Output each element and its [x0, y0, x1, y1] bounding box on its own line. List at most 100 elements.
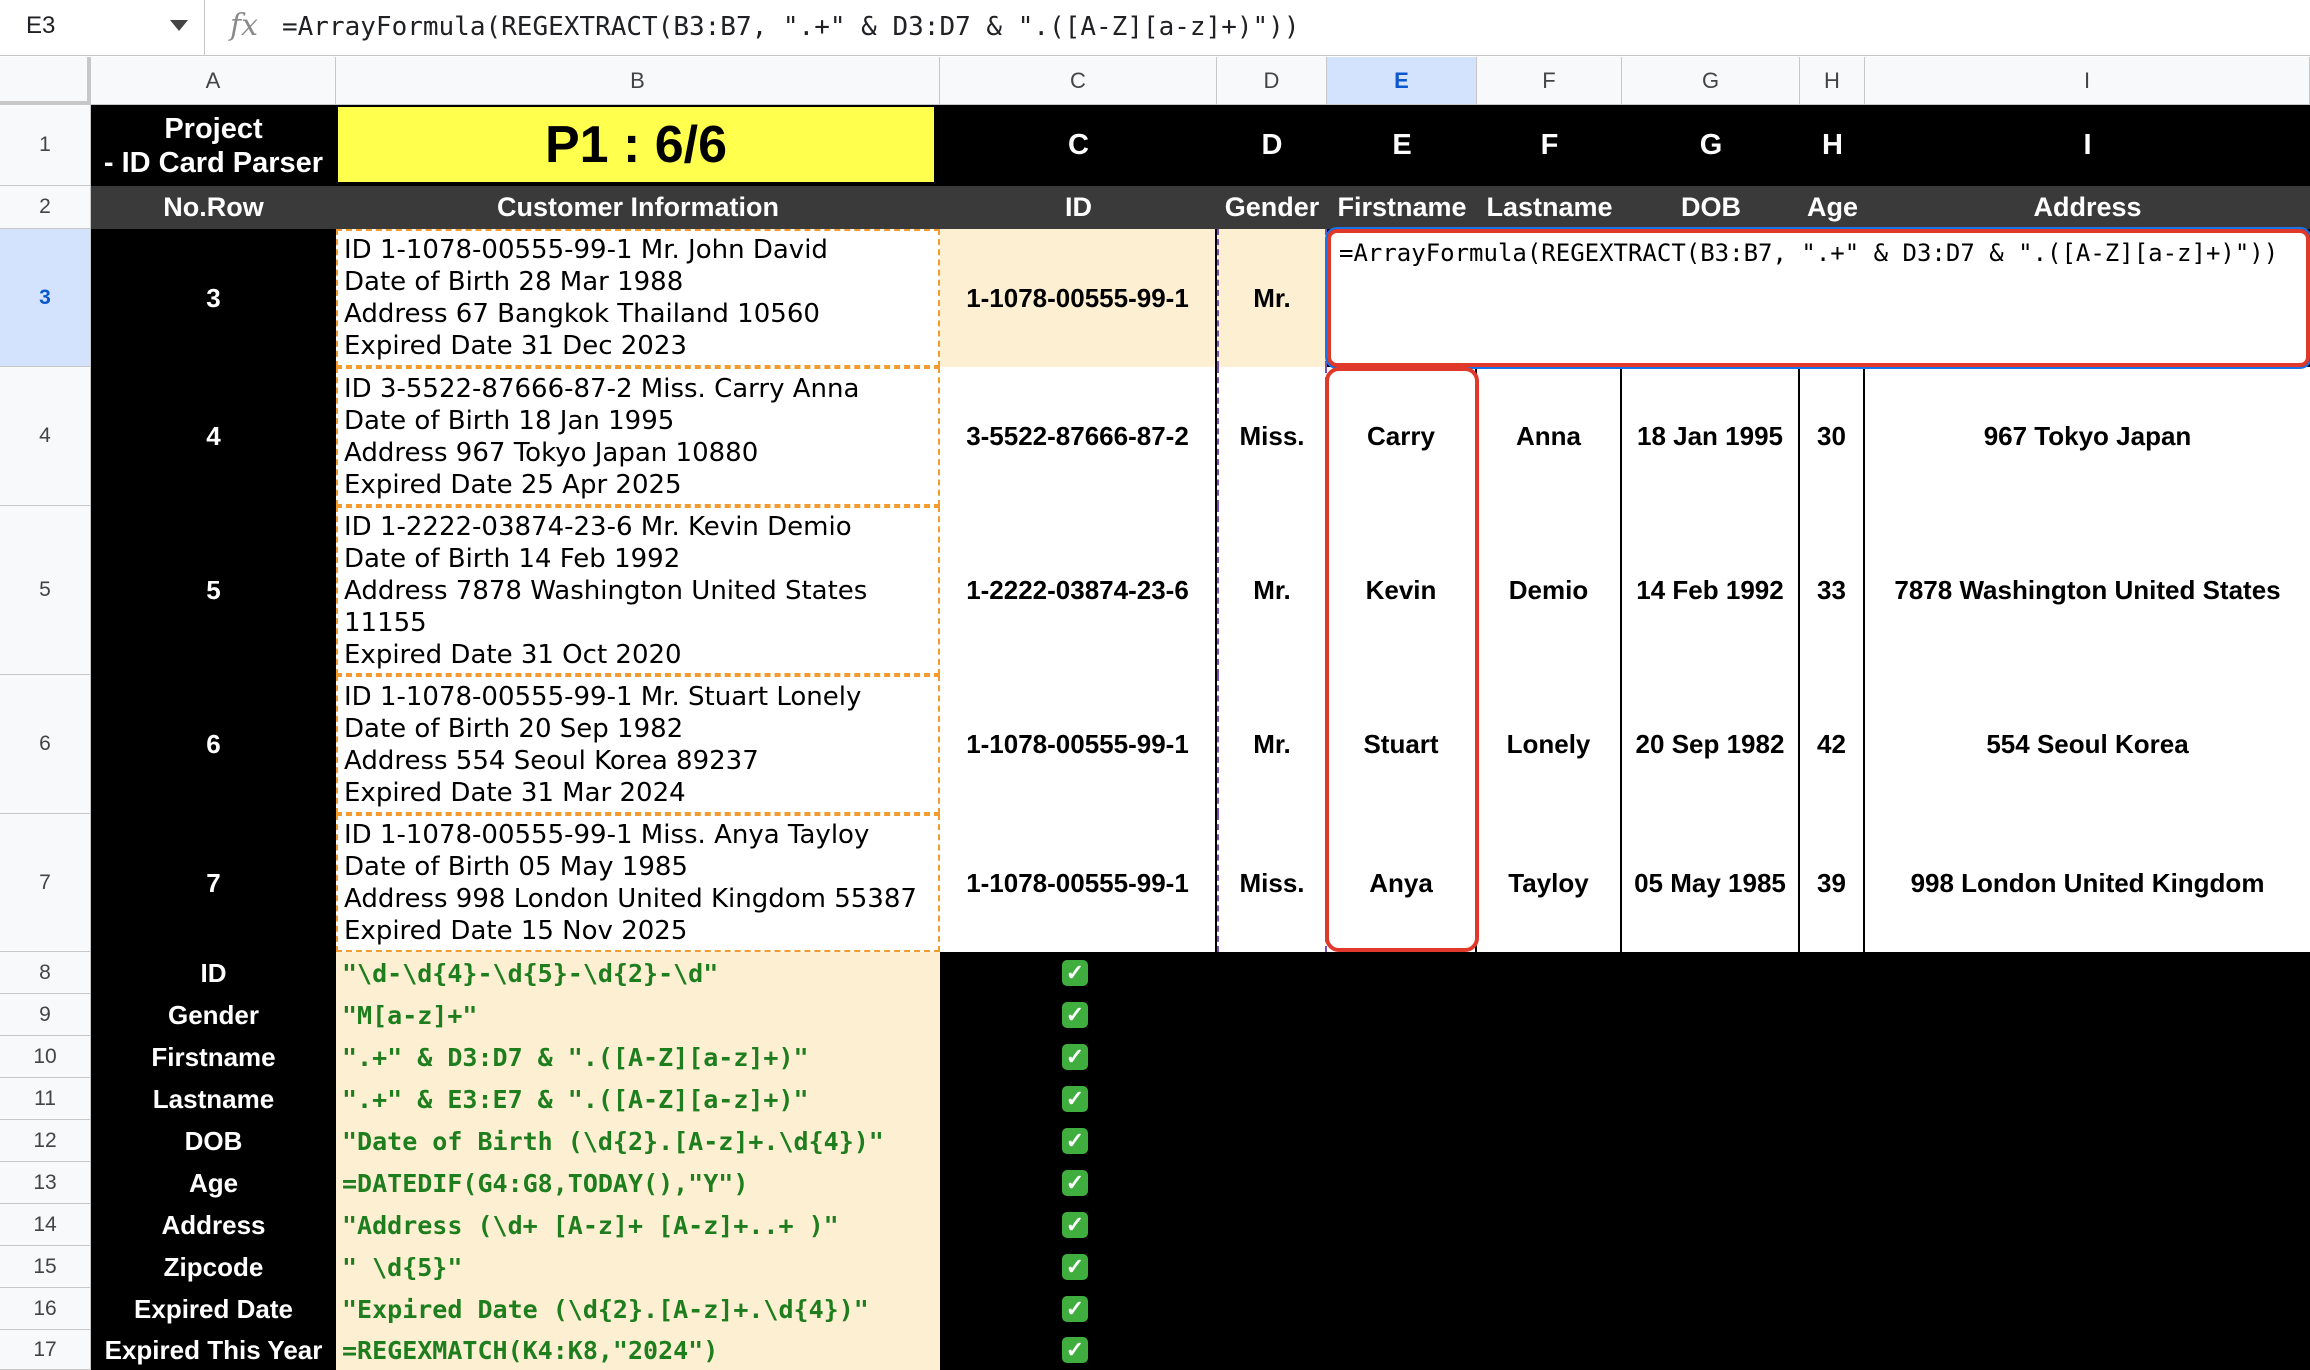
pattern-value[interactable]: ".+" & E3:E7 & ".([A-Z][a-z]+)": [336, 1078, 940, 1120]
firstname-cell[interactable]: Kevin: [1327, 506, 1477, 675]
address-cell[interactable]: 967 Tokyo Japan: [1865, 367, 2310, 506]
gender-cell[interactable]: Mr.: [1217, 506, 1327, 675]
row-number-cell: 3: [91, 229, 336, 367]
pattern-value[interactable]: "\d-\d{4}-\d{5}-\d{2}-\d": [336, 952, 940, 994]
row-header-3[interactable]: 3: [0, 229, 91, 367]
check-icon: ✓: [1062, 1337, 1088, 1363]
row-number-cell: 6: [91, 675, 336, 814]
dob-cell[interactable]: 20 Sep 1982: [1622, 675, 1800, 814]
gender-cell[interactable]: Mr.: [1217, 229, 1327, 367]
firstname-cell[interactable]: Stuart: [1327, 675, 1477, 814]
check-icon: ✓: [1062, 1086, 1088, 1112]
row-header-8[interactable]: 8: [0, 952, 91, 994]
age-cell[interactable]: 42: [1800, 675, 1865, 814]
info-line: Expired Date 31 Dec 2023: [344, 331, 687, 361]
gender-cell[interactable]: Mr.: [1217, 675, 1327, 814]
id-cell[interactable]: 1-1078-00555-99-1: [940, 814, 1217, 952]
pattern-label: Expired This Year: [91, 1330, 336, 1370]
id-cell[interactable]: 1-1078-00555-99-1: [940, 229, 1217, 367]
info-line: Address 967 Tokyo Japan 10880: [344, 437, 759, 468]
dob-cell[interactable]: 14 Feb 1992: [1622, 506, 1800, 675]
row-header-4[interactable]: 4: [0, 367, 91, 506]
column-header-h[interactable]: H: [1800, 57, 1865, 105]
id-cell[interactable]: 3-5522-87666-87-2: [940, 367, 1217, 506]
info-line: Expired Date 31 Oct 2020: [344, 639, 682, 670]
row-header-6[interactable]: 6: [0, 675, 91, 814]
name-box[interactable]: E3: [0, 0, 205, 56]
pattern-label: Zipcode: [91, 1246, 336, 1288]
project-title-line: Project: [164, 112, 263, 145]
column-header-d[interactable]: D: [1217, 57, 1327, 105]
chevron-down-icon[interactable]: [170, 20, 188, 31]
lastname-cell[interactable]: Anna: [1477, 367, 1622, 506]
select-all-corner[interactable]: [0, 57, 91, 105]
lastname-cell[interactable]: Tayloy: [1477, 814, 1622, 952]
address-cell[interactable]: 998 London United Kingdom: [1865, 814, 2310, 952]
age-cell[interactable]: 33: [1800, 506, 1865, 675]
info-line: Address 67 Bangkok Thailand 10560: [344, 299, 820, 329]
pattern-value[interactable]: "Date of Birth (\d{2}.[A-z]+.\d{4})": [336, 1120, 940, 1162]
row-header-13[interactable]: 13: [0, 1162, 91, 1204]
row-header-17[interactable]: 17: [0, 1330, 91, 1370]
check-icon: ✓: [1062, 1212, 1088, 1238]
info-line: ID 1-1078-00555-99-1 Mr. John David: [344, 235, 828, 265]
address-cell[interactable]: 7878 Washington United States: [1865, 506, 2310, 675]
pattern-value[interactable]: =DATEDIF(G4:G8,TODAY(),"Y"): [336, 1162, 940, 1204]
formula-input[interactable]: =ArrayFormula(REGEXTRACT(B3:B7, ".+" & D…: [282, 12, 1299, 42]
id-cell[interactable]: 1-2222-03874-23-6: [940, 506, 1217, 675]
column-header-g[interactable]: G: [1622, 57, 1800, 105]
row-header-16[interactable]: 16: [0, 1288, 91, 1330]
customer-info-cell[interactable]: ID 1-1078-00555-99-1 Mr. Stuart Lonely Da…: [336, 675, 940, 814]
check-icon: ✓: [1062, 1170, 1088, 1196]
row-header-5[interactable]: 5: [0, 506, 91, 675]
customer-info-cell[interactable]: ID 1-1078-00555-99-1 Miss. Anya Tayloy Da…: [336, 814, 940, 952]
column-header-i[interactable]: I: [1865, 57, 2310, 105]
pattern-value[interactable]: =REGEXMATCH(K4:K8,"2024"): [336, 1330, 940, 1370]
lastname-cell[interactable]: Demio: [1477, 506, 1622, 675]
dob-cell[interactable]: 18 Jan 1995: [1622, 367, 1800, 506]
row-number-cell: 7: [91, 814, 336, 952]
formula-editor[interactable]: =ArrayFormula(REGEXTRACT(B3:B7, ".+" & D…: [1325, 227, 2310, 369]
info-line: Date of Birth 05 May 1985: [344, 852, 688, 882]
dob-cell[interactable]: 05 May 1985: [1622, 814, 1800, 952]
column-header-f[interactable]: F: [1477, 57, 1622, 105]
row-header-11[interactable]: 11: [0, 1078, 91, 1120]
check-icon: ✓: [1062, 1296, 1088, 1322]
column-header-b[interactable]: B: [336, 57, 940, 105]
gender-cell[interactable]: Miss.: [1217, 814, 1327, 952]
column-header-c[interactable]: C: [940, 57, 1217, 105]
age-cell[interactable]: 39: [1800, 814, 1865, 952]
check-icon: ✓: [1062, 1254, 1088, 1280]
info-line: ID 1-1078-00555-99-1 Miss. Anya Tayloy: [344, 820, 870, 850]
column-header-e[interactable]: E: [1327, 57, 1477, 105]
row-header-7[interactable]: 7: [0, 814, 91, 952]
gender-cell[interactable]: Miss.: [1217, 367, 1327, 506]
customer-info-cell[interactable]: ID 1-2222-03874-23-6 Mr. Kevin Demio Date…: [336, 506, 940, 675]
row-header-2[interactable]: 2: [0, 186, 91, 229]
row-header-1[interactable]: 1: [0, 105, 91, 186]
customer-info-cell[interactable]: ID 1-1078-00555-99-1 Mr. John David Date …: [336, 229, 940, 367]
firstname-cell[interactable]: Carry: [1327, 367, 1477, 506]
pattern-value[interactable]: "Address (\d+ [A-z]+ [A-z]+..+ )": [336, 1204, 940, 1246]
firstname-cell[interactable]: Anya: [1327, 814, 1477, 952]
pattern-value[interactable]: " \d{5}": [336, 1246, 940, 1288]
row-header-14[interactable]: 14: [0, 1204, 91, 1246]
row-header-15[interactable]: 15: [0, 1246, 91, 1288]
row-header-12[interactable]: 12: [0, 1120, 91, 1162]
age-cell[interactable]: 30: [1800, 367, 1865, 506]
lastname-cell[interactable]: Lonely: [1477, 675, 1622, 814]
row-header-9[interactable]: 9: [0, 994, 91, 1036]
pattern-value[interactable]: "M[a-z]+": [336, 994, 940, 1036]
header-age: Age: [1800, 186, 1865, 229]
row-number-cell: 4: [91, 367, 336, 506]
address-cell[interactable]: 554 Seoul Korea: [1865, 675, 2310, 814]
row-number-cell: 5: [91, 506, 336, 675]
pattern-value[interactable]: "Expired Date (\d{2}.[A-z]+.\d{4})": [336, 1288, 940, 1330]
customer-info-cell[interactable]: ID 3-5522-87666-87-2 Miss. Carry Anna Dat…: [336, 367, 940, 506]
id-cell[interactable]: 1-1078-00555-99-1: [940, 675, 1217, 814]
info-line: Expired Date 15 Nov 2025: [344, 916, 688, 946]
row-header-10[interactable]: 10: [0, 1036, 91, 1078]
info-line: 11155: [344, 607, 427, 638]
pattern-value[interactable]: ".+" & D3:D7 & ".([A-Z][a-z]+)": [336, 1036, 940, 1078]
column-header-a[interactable]: A: [91, 57, 336, 105]
